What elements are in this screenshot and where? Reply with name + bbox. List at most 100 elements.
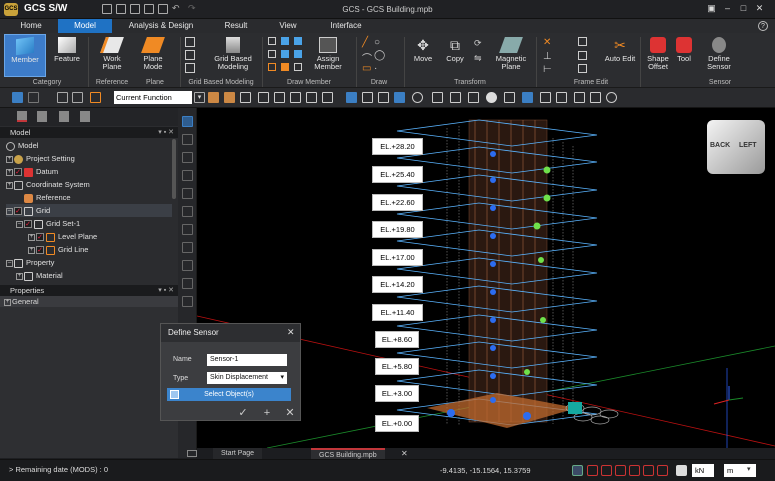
annotation-icon[interactable] [306, 92, 317, 103]
label-icon[interactable] [258, 92, 269, 103]
restore-toolbar-icon[interactable]: ▣ [706, 3, 717, 14]
circle-icon[interactable]: ◯ [374, 50, 385, 61]
track-toggle-icon[interactable] [643, 465, 654, 476]
tree-item-reference[interactable]: Reference [24, 191, 71, 204]
work-plane-button[interactable]: Work Plane [93, 34, 131, 71]
expand-icon[interactable]: + [4, 298, 11, 306]
close-icon[interactable]: ✕ [754, 3, 765, 14]
tree-item-property[interactable]: – Property [6, 256, 54, 269]
sensor-name-input[interactable]: Sensor-1 [207, 354, 287, 366]
section-icon[interactable] [540, 92, 551, 103]
select-mode-icon[interactable] [182, 116, 193, 127]
polar-toggle-icon[interactable] [629, 465, 640, 476]
view-cube[interactable]: BACK LEFT [707, 120, 765, 174]
mirror-icon[interactable]: ⇋ [474, 53, 482, 64]
shape-offset-button[interactable]: Shape Offset [644, 34, 672, 71]
measure-icon[interactable] [322, 92, 333, 103]
help-icon[interactable]: ? [758, 21, 768, 31]
snap-icon[interactable] [72, 92, 83, 103]
maximize-icon[interactable]: □ [738, 3, 749, 14]
minimize-icon[interactable]: – [722, 3, 733, 14]
copy-view-icon[interactable] [182, 188, 193, 199]
frame-icon[interactable] [182, 152, 193, 163]
tab-gcs-building[interactable]: GCS Building.mpb [311, 448, 385, 459]
wall-icon[interactable] [268, 50, 276, 58]
pile-icon[interactable] [281, 63, 289, 71]
fill-icon[interactable] [182, 206, 193, 217]
properties-section-general[interactable]: + General [0, 296, 178, 307]
perspective-icon[interactable] [522, 92, 533, 103]
pencil-icon[interactable] [182, 170, 193, 181]
view-cube-icon[interactable] [182, 134, 193, 145]
panel-controls-icon[interactable]: ▾ ▪ ✕ [158, 127, 174, 138]
auto-edit-button[interactable]: ✂ Auto Edit [604, 34, 636, 63]
member-button[interactable]: Member [4, 34, 46, 77]
rectangle-icon[interactable]: ▭ [362, 63, 371, 74]
wireframe-icon[interactable] [504, 92, 515, 103]
grid-view-icon[interactable] [432, 92, 443, 103]
brace-icon[interactable] [294, 37, 302, 45]
tab-close-icon[interactable]: ✕ [401, 448, 408, 459]
view-cube-back-face[interactable]: BACK [710, 142, 730, 149]
select-objects-button[interactable]: Select Object(s) [167, 388, 291, 401]
dialog-close-icon[interactable]: ✕ [287, 327, 295, 338]
copy-button[interactable]: ⧉ Copy [440, 34, 470, 63]
extend-icon[interactable]: ⊢ [543, 64, 552, 75]
visibility-checkbox[interactable]: ✓ [36, 246, 44, 255]
lock-icon[interactable] [28, 92, 39, 103]
tree-item-material[interactable]: + Material [16, 269, 63, 282]
tree-item-project-setting[interactable]: + Project Setting [6, 152, 75, 165]
chevron-down-icon[interactable]: ▾ [194, 92, 205, 103]
arc-icon[interactable]: ○ [374, 37, 380, 48]
visibility-checkbox[interactable]: ✓ [24, 220, 32, 229]
view-icon[interactable] [240, 92, 251, 103]
line-icon[interactable]: ╱ [362, 37, 368, 48]
refresh-icon[interactable] [606, 92, 617, 103]
trim-icon[interactable] [578, 37, 587, 46]
expand-icon[interactable]: + [28, 233, 35, 241]
tree-item-model[interactable]: Model [6, 139, 38, 152]
grid-based-modeling-button[interactable]: Grid Based Modeling [210, 34, 256, 71]
sensor-type-select[interactable]: Skin Displacement ▾ [207, 372, 287, 384]
stack-icon[interactable] [182, 242, 193, 253]
tree-item-datum[interactable]: + ✓ Datum [6, 165, 58, 178]
tree-item-grid[interactable]: – ✓ Grid [6, 204, 172, 217]
paste-icon[interactable] [182, 224, 193, 235]
tool-button[interactable]: Tool [673, 34, 695, 63]
current-function-select[interactable]: Current Function [114, 91, 192, 104]
dyn-toggle-icon[interactable] [657, 465, 668, 476]
stair-icon[interactable] [294, 63, 302, 71]
merge-icon[interactable]: ⊥ [543, 51, 552, 62]
force-unit-select[interactable]: kN [692, 464, 714, 477]
filter-icon[interactable] [57, 92, 68, 103]
tab-result[interactable]: Result [212, 19, 260, 33]
add-icon[interactable]: + [257, 406, 277, 420]
image-icon[interactable] [574, 92, 585, 103]
visibility-checkbox[interactable]: ✓ [14, 207, 22, 216]
visibility-checkbox[interactable]: ✓ [36, 233, 44, 242]
select-icon[interactable] [12, 92, 23, 103]
footing-icon[interactable] [294, 50, 302, 58]
text-icon[interactable] [274, 92, 285, 103]
iso-view-icon[interactable] [412, 92, 423, 103]
tree-item-level-plane[interactable]: + ✓ Level Plane [28, 230, 97, 243]
visibility-checkbox[interactable]: ✓ [14, 168, 22, 177]
tab-list-icon[interactable] [187, 450, 197, 457]
expand-icon[interactable]: + [6, 181, 13, 189]
tab-interface[interactable]: Interface [320, 19, 372, 33]
define-sensor-button[interactable]: Define Sensor [702, 34, 736, 71]
plane-mode-button[interactable]: Plane Mode [134, 34, 172, 71]
osnap-toggle-icon[interactable] [615, 465, 626, 476]
tree-scrollbar[interactable] [172, 139, 176, 199]
selection-mode-icon[interactable] [90, 92, 101, 103]
rotate-view-icon[interactable] [394, 92, 405, 103]
magnetic-plane-button[interactable]: Magnetic Plane [492, 34, 530, 71]
expand-icon[interactable]: + [6, 155, 13, 163]
beam-icon[interactable] [268, 37, 276, 45]
confirm-icon[interactable]: ✓ [233, 406, 253, 420]
chevron-down-icon[interactable]: ▾ [747, 465, 751, 473]
join-icon[interactable] [578, 64, 587, 73]
pan-icon[interactable] [378, 92, 389, 103]
column-icon[interactable] [281, 37, 289, 45]
rotate-icon[interactable]: ⟳ [474, 38, 482, 49]
